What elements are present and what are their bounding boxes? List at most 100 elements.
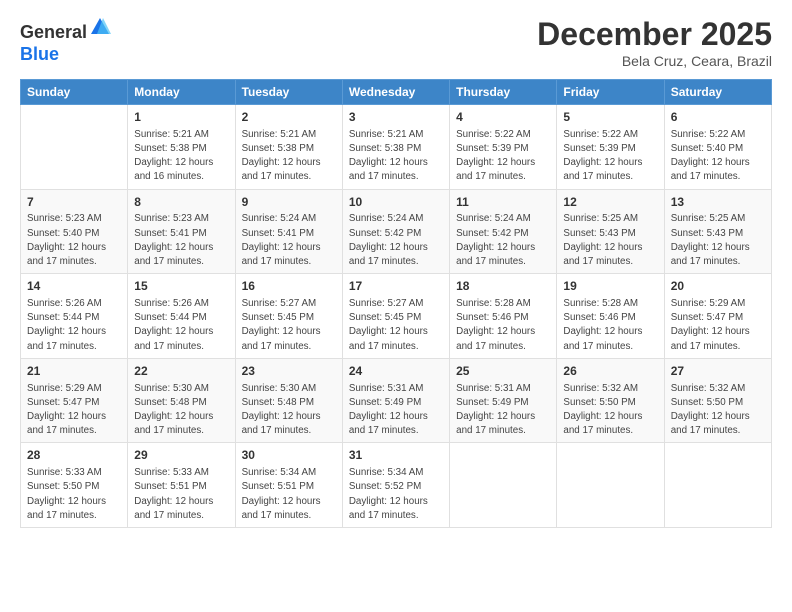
calendar-cell: 18 Sunrise: 5:28 AMSunset: 5:46 PMDayligh… bbox=[450, 274, 557, 359]
day-number: 7 bbox=[27, 194, 121, 211]
calendar-cell: 12Sunrise: 5:25 AMSunset: 5:43 PMDayligh… bbox=[557, 189, 664, 274]
day-info: Sunrise: 5:23 AMSunset: 5:40 PMDaylight:… bbox=[27, 212, 121, 269]
weekday-header-monday: Monday bbox=[128, 80, 235, 105]
calendar-cell: 9Sunrise: 5:24 AMSunset: 5:41 PMDaylight… bbox=[235, 189, 342, 274]
calendar-cell: 29 Sunrise: 5:33 AMSunset: 5:51 PMDayligh… bbox=[128, 443, 235, 528]
day-number: 15 bbox=[134, 278, 228, 295]
day-number: 20 bbox=[671, 278, 765, 295]
day-number: 10 bbox=[349, 194, 443, 211]
logo-blue: Blue bbox=[20, 44, 59, 64]
day-info: Sunrise: 5:27 AMSunset: 5:45 PMDaylight:… bbox=[349, 297, 443, 354]
weekday-header-saturday: Saturday bbox=[664, 80, 771, 105]
day-info: Sunrise: 5:32 AMSunset: 5:50 PMDaylight:… bbox=[563, 382, 657, 439]
day-number: 6 bbox=[671, 109, 765, 126]
calendar-cell: 16 Sunrise: 5:27 AMSunset: 5:45 PMDayligh… bbox=[235, 274, 342, 359]
calendar-cell: 15 Sunrise: 5:26 AMSunset: 5:44 PMDayligh… bbox=[128, 274, 235, 359]
weekday-header-sunday: Sunday bbox=[21, 80, 128, 105]
calendar-cell: 30 Sunrise: 5:34 AMSunset: 5:51 PMDayligh… bbox=[235, 443, 342, 528]
day-number: 9 bbox=[242, 194, 336, 211]
day-info: Sunrise: 5:32 AMSunset: 5:50 PMDaylight:… bbox=[671, 382, 765, 439]
day-number: 16 bbox=[242, 278, 336, 295]
weekday-header-tuesday: Tuesday bbox=[235, 80, 342, 105]
calendar-cell: 7Sunrise: 5:23 AMSunset: 5:40 PMDaylight… bbox=[21, 189, 128, 274]
calendar-cell bbox=[664, 443, 771, 528]
day-info: Sunrise: 5:22 AMSunset: 5:39 PMDaylight:… bbox=[563, 128, 657, 185]
day-info: Sunrise: 5:29 AMSunset: 5:47 PMDaylight:… bbox=[671, 297, 765, 354]
logo-general: General bbox=[20, 22, 87, 42]
calendar-cell: 11Sunrise: 5:24 AMSunset: 5:42 PMDayligh… bbox=[450, 189, 557, 274]
weekday-header-thursday: Thursday bbox=[450, 80, 557, 105]
day-info: Sunrise: 5:28 AMSunset: 5:46 PMDaylight:… bbox=[563, 297, 657, 354]
day-info: Sunrise: 5:21 AMSunset: 5:38 PMDaylight:… bbox=[134, 128, 228, 185]
week-row-5: 28 Sunrise: 5:33 AMSunset: 5:50 PMDayligh… bbox=[21, 443, 772, 528]
logo-text: General Blue bbox=[20, 16, 111, 65]
day-number: 30 bbox=[242, 447, 336, 464]
calendar-cell: 24Sunrise: 5:31 AMSunset: 5:49 PMDayligh… bbox=[342, 358, 449, 443]
calendar-cell: 3 Sunrise: 5:21 AMSunset: 5:38 PMDaylight… bbox=[342, 105, 449, 190]
month-title: December 2025 bbox=[537, 16, 772, 53]
day-info: Sunrise: 5:24 AMSunset: 5:41 PMDaylight:… bbox=[242, 212, 336, 269]
calendar-cell bbox=[557, 443, 664, 528]
calendar-cell bbox=[450, 443, 557, 528]
day-number: 23 bbox=[242, 363, 336, 380]
calendar-cell: 1 Sunrise: 5:21 AMSunset: 5:38 PMDaylight… bbox=[128, 105, 235, 190]
day-number: 29 bbox=[134, 447, 228, 464]
day-info: Sunrise: 5:25 AMSunset: 5:43 PMDaylight:… bbox=[671, 212, 765, 269]
day-info: Sunrise: 5:27 AMSunset: 5:45 PMDaylight:… bbox=[242, 297, 336, 354]
calendar-cell: 2 Sunrise: 5:21 AMSunset: 5:38 PMDaylight… bbox=[235, 105, 342, 190]
calendar-cell: 28 Sunrise: 5:33 AMSunset: 5:50 PMDayligh… bbox=[21, 443, 128, 528]
day-number: 28 bbox=[27, 447, 121, 464]
calendar-cell bbox=[21, 105, 128, 190]
day-info: Sunrise: 5:26 AMSunset: 5:44 PMDaylight:… bbox=[27, 297, 121, 354]
calendar-cell: 26Sunrise: 5:32 AMSunset: 5:50 PMDayligh… bbox=[557, 358, 664, 443]
day-number: 4 bbox=[456, 109, 550, 126]
calendar-cell: 31 Sunrise: 5:34 AMSunset: 5:52 PMDayligh… bbox=[342, 443, 449, 528]
day-info: Sunrise: 5:21 AMSunset: 5:38 PMDaylight:… bbox=[242, 128, 336, 185]
week-row-4: 21Sunrise: 5:29 AMSunset: 5:47 PMDayligh… bbox=[21, 358, 772, 443]
calendar-cell: 27 Sunrise: 5:32 AMSunset: 5:50 PMDayligh… bbox=[664, 358, 771, 443]
calendar-cell: 22 Sunrise: 5:30 AMSunset: 5:48 PMDayligh… bbox=[128, 358, 235, 443]
header: General Blue December 2025 Bela Cruz, Ce… bbox=[20, 16, 772, 69]
calendar-cell: 5 Sunrise: 5:22 AMSunset: 5:39 PMDaylight… bbox=[557, 105, 664, 190]
weekday-header-row: SundayMondayTuesdayWednesdayThursdayFrid… bbox=[21, 80, 772, 105]
logo-icon bbox=[89, 16, 111, 38]
calendar-cell: 13Sunrise: 5:25 AMSunset: 5:43 PMDayligh… bbox=[664, 189, 771, 274]
day-info: Sunrise: 5:21 AMSunset: 5:38 PMDaylight:… bbox=[349, 128, 443, 185]
weekday-header-friday: Friday bbox=[557, 80, 664, 105]
calendar-cell: 14Sunrise: 5:26 AMSunset: 5:44 PMDayligh… bbox=[21, 274, 128, 359]
location: Bela Cruz, Ceara, Brazil bbox=[537, 53, 772, 69]
day-info: Sunrise: 5:33 AMSunset: 5:50 PMDaylight:… bbox=[27, 466, 121, 523]
week-row-2: 7Sunrise: 5:23 AMSunset: 5:40 PMDaylight… bbox=[21, 189, 772, 274]
day-number: 2 bbox=[242, 109, 336, 126]
calendar-cell: 4Sunrise: 5:22 AMSunset: 5:39 PMDaylight… bbox=[450, 105, 557, 190]
title-block: December 2025 Bela Cruz, Ceara, Brazil bbox=[537, 16, 772, 69]
day-info: Sunrise: 5:28 AMSunset: 5:46 PMDaylight:… bbox=[456, 297, 550, 354]
calendar-cell: 17Sunrise: 5:27 AMSunset: 5:45 PMDayligh… bbox=[342, 274, 449, 359]
day-info: Sunrise: 5:30 AMSunset: 5:48 PMDaylight:… bbox=[134, 382, 228, 439]
day-info: Sunrise: 5:33 AMSunset: 5:51 PMDaylight:… bbox=[134, 466, 228, 523]
day-number: 3 bbox=[349, 109, 443, 126]
day-info: Sunrise: 5:34 AMSunset: 5:52 PMDaylight:… bbox=[349, 466, 443, 523]
day-info: Sunrise: 5:22 AMSunset: 5:40 PMDaylight:… bbox=[671, 128, 765, 185]
calendar-table: SundayMondayTuesdayWednesdayThursdayFrid… bbox=[20, 79, 772, 528]
day-info: Sunrise: 5:23 AMSunset: 5:41 PMDaylight:… bbox=[134, 212, 228, 269]
calendar-cell: 8Sunrise: 5:23 AMSunset: 5:41 PMDaylight… bbox=[128, 189, 235, 274]
day-number: 18 bbox=[456, 278, 550, 295]
calendar-cell: 6 Sunrise: 5:22 AMSunset: 5:40 PMDaylight… bbox=[664, 105, 771, 190]
calendar-cell: 25Sunrise: 5:31 AMSunset: 5:49 PMDayligh… bbox=[450, 358, 557, 443]
day-number: 22 bbox=[134, 363, 228, 380]
day-info: Sunrise: 5:31 AMSunset: 5:49 PMDaylight:… bbox=[456, 382, 550, 439]
calendar-cell: 23 Sunrise: 5:30 AMSunset: 5:48 PMDayligh… bbox=[235, 358, 342, 443]
day-number: 31 bbox=[349, 447, 443, 464]
day-info: Sunrise: 5:30 AMSunset: 5:48 PMDaylight:… bbox=[242, 382, 336, 439]
day-info: Sunrise: 5:24 AMSunset: 5:42 PMDaylight:… bbox=[456, 212, 550, 269]
day-number: 13 bbox=[671, 194, 765, 211]
day-number: 1 bbox=[134, 109, 228, 126]
day-number: 5 bbox=[563, 109, 657, 126]
day-info: Sunrise: 5:26 AMSunset: 5:44 PMDaylight:… bbox=[134, 297, 228, 354]
day-number: 27 bbox=[671, 363, 765, 380]
day-info: Sunrise: 5:34 AMSunset: 5:51 PMDaylight:… bbox=[242, 466, 336, 523]
calendar-cell: 21Sunrise: 5:29 AMSunset: 5:47 PMDayligh… bbox=[21, 358, 128, 443]
day-info: Sunrise: 5:24 AMSunset: 5:42 PMDaylight:… bbox=[349, 212, 443, 269]
page-container: General Blue December 2025 Bela Cruz, Ce… bbox=[0, 0, 792, 538]
